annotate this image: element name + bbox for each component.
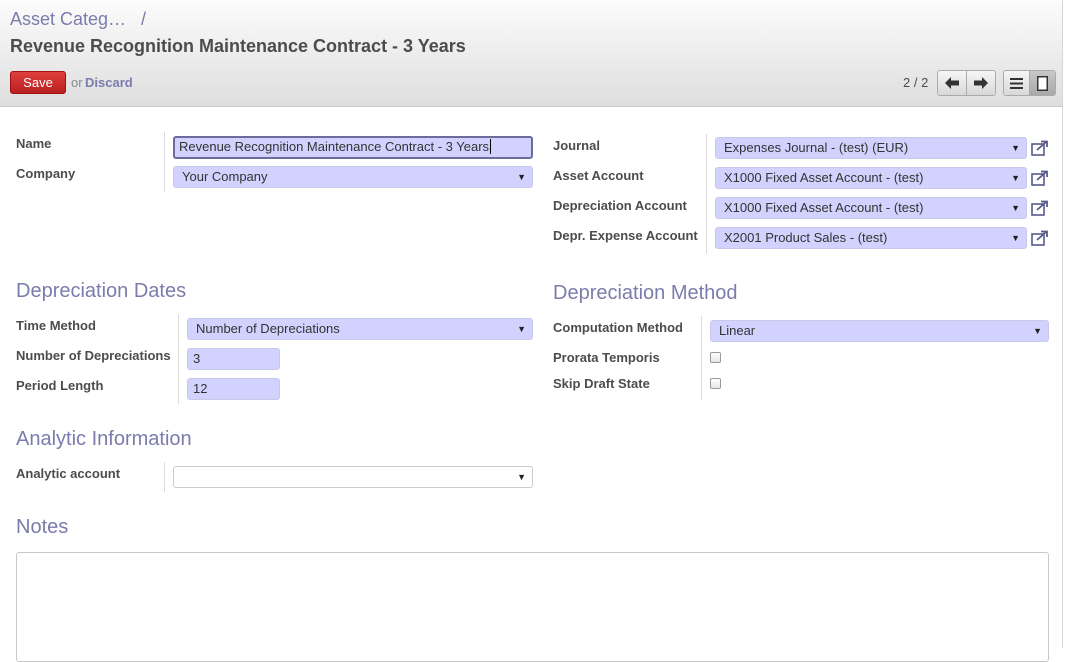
list-view-button[interactable] xyxy=(1004,71,1029,95)
company-select[interactable]: Your Company ▼ xyxy=(173,166,533,188)
depreciation-account-select[interactable]: X1000 Fixed Asset Account - (test) ▼ xyxy=(715,197,1027,219)
asset-account-label: Asset Account xyxy=(553,168,644,183)
computation-method-label: Computation Method xyxy=(553,320,683,335)
name-input[interactable]: Revenue Recognition Maintenance Contract… xyxy=(173,136,533,159)
notes-textarea[interactable] xyxy=(16,552,1049,662)
analytic-account-label: Analytic account xyxy=(16,466,121,481)
period-length-label: Period Length xyxy=(16,378,104,393)
notes-heading: Notes xyxy=(16,516,69,538)
dropdown-arrow-icon: ▼ xyxy=(1011,233,1020,243)
journal-label: Journal xyxy=(553,138,600,153)
journal-select-value: Expenses Journal - (test) (EUR) xyxy=(724,140,909,155)
dropdown-arrow-icon: ▼ xyxy=(1011,143,1020,153)
list-view-icon xyxy=(1010,77,1023,89)
number-of-depreciations-input[interactable]: 3 xyxy=(187,348,280,370)
control-panel: Asset Categ… / Revenue Recognition Maint… xyxy=(0,0,1062,107)
analytic-information-heading: Analytic Information xyxy=(16,428,192,450)
breadcrumb-separator: / xyxy=(141,9,147,29)
dropdown-arrow-icon: ▼ xyxy=(1011,203,1020,213)
journal-select[interactable]: Expenses Journal - (test) (EUR) ▼ xyxy=(715,137,1027,159)
skip-draft-state-label: Skip Draft State xyxy=(553,376,650,391)
name-label: Name xyxy=(16,136,52,151)
expense-account-select-value: X2001 Product Sales - (test) xyxy=(724,230,888,245)
computation-method-select[interactable]: Linear ▼ xyxy=(710,320,1049,342)
separator xyxy=(164,462,165,492)
form-view-button[interactable] xyxy=(1029,71,1055,95)
form-view-icon xyxy=(1037,75,1048,91)
computation-method-select-value: Linear xyxy=(719,323,756,338)
expense-account-label: Depr. Expense Account xyxy=(553,228,698,243)
arrow-right-icon xyxy=(974,77,988,89)
dropdown-arrow-icon: ▼ xyxy=(1011,173,1020,183)
next-record-button[interactable] xyxy=(966,71,995,95)
prorata-temporis-checkbox[interactable] xyxy=(710,352,721,363)
depreciation-dates-heading: Depreciation Dates xyxy=(16,280,187,302)
breadcrumb-parent-link[interactable]: Asset Categ… xyxy=(10,9,126,30)
dropdown-arrow-icon: ▼ xyxy=(517,172,526,182)
external-link-icon[interactable] xyxy=(1031,140,1049,156)
separator xyxy=(706,134,707,254)
separator xyxy=(701,316,702,400)
separator xyxy=(164,132,165,192)
discard-button[interactable]: Discard xyxy=(85,75,133,90)
number-of-depreciations-label: Number of Depreciations xyxy=(16,348,171,363)
dropdown-arrow-icon: ▼ xyxy=(1033,326,1042,336)
separator xyxy=(178,314,179,404)
name-input-value: Revenue Recognition Maintenance Contract… xyxy=(179,139,490,154)
arrow-left-icon xyxy=(945,77,959,89)
skip-draft-state-checkbox[interactable] xyxy=(710,378,721,389)
dropdown-arrow-icon: ▼ xyxy=(517,324,526,334)
time-method-label: Time Method xyxy=(16,318,96,333)
period-length-input[interactable]: 12 xyxy=(187,378,280,400)
pager-nav xyxy=(937,70,996,96)
asset-account-select[interactable]: X1000 Fixed Asset Account - (test) ▼ xyxy=(715,167,1027,189)
time-method-select[interactable]: Number of Depreciations ▼ xyxy=(187,318,533,340)
expense-account-select[interactable]: X2001 Product Sales - (test) ▼ xyxy=(715,227,1027,249)
or-label: or xyxy=(71,75,83,90)
depreciation-account-label: Depreciation Account xyxy=(553,198,687,213)
external-link-icon[interactable] xyxy=(1031,230,1049,246)
page-title: Revenue Recognition Maintenance Contract… xyxy=(10,36,466,56)
analytic-account-select[interactable]: ▼ xyxy=(173,466,533,488)
prorata-temporis-label: Prorata Temporis xyxy=(553,350,660,365)
dropdown-arrow-icon: ▼ xyxy=(517,472,526,482)
depreciation-method-heading: Depreciation Method xyxy=(553,282,738,304)
view-switcher xyxy=(1003,70,1056,96)
time-method-select-value: Number of Depreciations xyxy=(196,321,340,336)
text-cursor xyxy=(490,139,492,154)
external-link-icon[interactable] xyxy=(1031,170,1049,186)
company-label: Company xyxy=(16,166,76,181)
depreciation-account-select-value: X1000 Fixed Asset Account - (test) xyxy=(724,200,924,215)
asset-account-select-value: X1000 Fixed Asset Account - (test) xyxy=(724,170,924,185)
previous-record-button[interactable] xyxy=(938,71,966,95)
company-select-value: Your Company xyxy=(182,169,268,184)
scrollbar-edge xyxy=(1062,0,1067,648)
pager-value[interactable]: 2 / 2 xyxy=(903,75,928,90)
external-link-icon[interactable] xyxy=(1031,200,1049,216)
save-button[interactable]: Save xyxy=(10,71,66,94)
